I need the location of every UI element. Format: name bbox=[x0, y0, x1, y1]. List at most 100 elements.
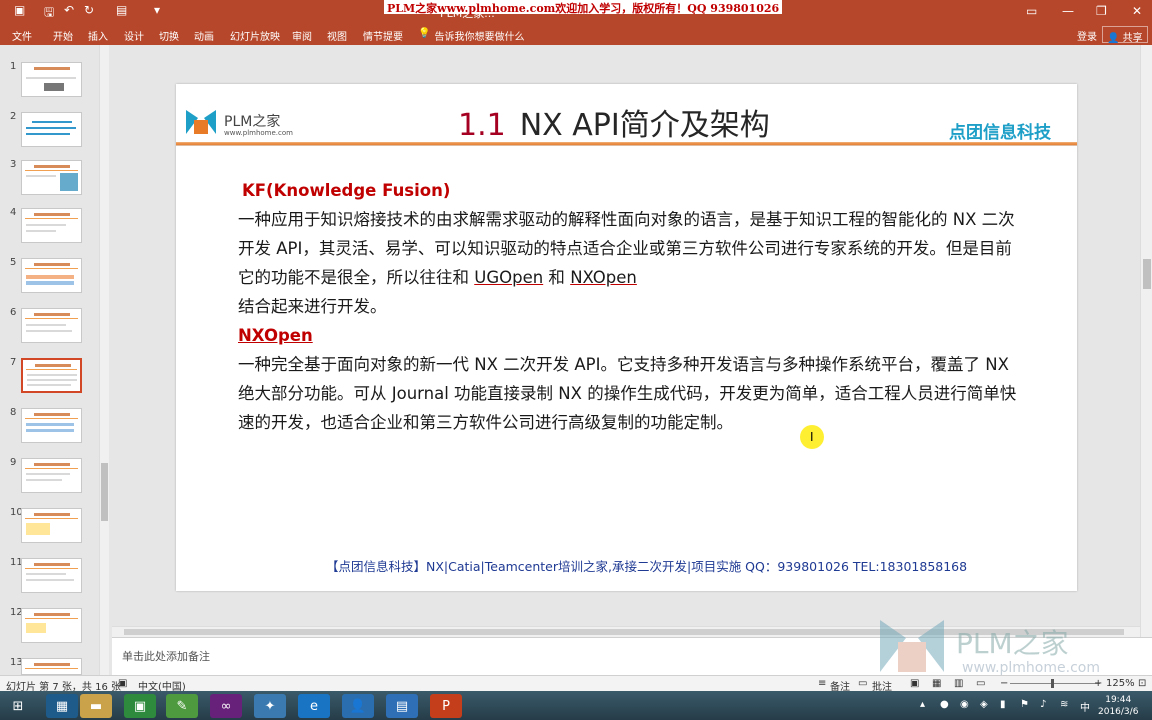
zoom-level[interactable]: 125% bbox=[1106, 678, 1135, 689]
internet-explorer-icon[interactable]: e bbox=[298, 694, 330, 718]
slide-thumbnail-3[interactable] bbox=[21, 160, 82, 195]
tab-transitions[interactable]: 切换 bbox=[159, 28, 179, 43]
tray-app-icon[interactable]: ● bbox=[940, 699, 949, 710]
user-app-icon[interactable]: 👤 bbox=[342, 694, 374, 718]
app-logo-icon: ▣ bbox=[14, 3, 26, 17]
slideshow-icon[interactable]: ▭ bbox=[976, 678, 985, 689]
save-icon[interactable]: 🖫 bbox=[44, 3, 54, 24]
present-icon[interactable]: ▤ bbox=[116, 3, 127, 17]
tell-me-label: 告诉我你想要做什么 bbox=[434, 32, 525, 43]
ie-blue-icon[interactable]: ▦ bbox=[46, 694, 78, 718]
maximize-icon[interactable]: ❐ bbox=[1096, 4, 1107, 18]
share-label: 共享 bbox=[1122, 33, 1143, 44]
nxopen-paragraph: 一种完全基于面向对象的新一代 NX 二次开发 API。它支持多种开发语言与多种操… bbox=[238, 355, 1017, 432]
plm-watermark-logo: PLM之家 www.plmhome.com bbox=[876, 614, 1116, 680]
powerpoint-icon[interactable]: P bbox=[430, 694, 462, 718]
slide-thumbnail-4[interactable] bbox=[21, 208, 82, 243]
clock-time: 19:44 bbox=[1105, 695, 1132, 705]
ribbon-display-icon[interactable]: ▭ bbox=[1026, 4, 1037, 18]
start-button-icon[interactable]: ⊞ bbox=[2, 694, 34, 718]
nxopen-link: NXOpen bbox=[570, 268, 637, 287]
ime-indicator[interactable]: 中 bbox=[1080, 699, 1090, 714]
slide-thumbnail-10[interactable] bbox=[21, 508, 82, 543]
person-icon: 👤 bbox=[1107, 33, 1120, 44]
slide-thumbnail-7[interactable] bbox=[21, 358, 82, 393]
slide-thumbnails-panel: 1 2 3 4 5 6 7 8 9 10 11 12 13 bbox=[0, 45, 112, 675]
slide-thumbnail-13[interactable] bbox=[21, 658, 82, 675]
kf-paragraph-end: 结合起来进行开发。 bbox=[238, 297, 387, 316]
slide-sorter-icon[interactable]: ▦ bbox=[932, 678, 941, 689]
thumbnails-scrollbar[interactable] bbox=[99, 45, 109, 675]
text-cursor-icon: I bbox=[810, 430, 814, 444]
taskbar-clock[interactable]: 19:44 2016/3/6 bbox=[1098, 694, 1138, 718]
tray-network-icon[interactable]: ▮ bbox=[1000, 699, 1006, 710]
visual-studio-icon[interactable]: ∞ bbox=[210, 694, 242, 718]
slide-canvas[interactable]: PLM之家 www.plmhome.com 1.1 NX API简介及架构 点团信… bbox=[176, 84, 1077, 591]
tray-security-icon[interactable]: ◈ bbox=[980, 699, 988, 710]
fit-slide-icon[interactable]: ⊡ bbox=[1138, 678, 1146, 689]
tell-me-box[interactable]: 💡 告诉我你想要做什么 bbox=[418, 28, 524, 43]
tab-insert[interactable]: 插入 bbox=[88, 28, 108, 43]
slide-thumbnail-11[interactable] bbox=[21, 558, 82, 593]
thumb-number: 1 bbox=[10, 61, 17, 72]
tab-slideshow[interactable]: 幻灯片放映 bbox=[230, 28, 280, 43]
tray-wifi-icon[interactable]: ≋ bbox=[1060, 699, 1068, 710]
thumb-number: 9 bbox=[10, 457, 17, 468]
close-icon[interactable]: ✕ bbox=[1132, 4, 1142, 18]
title-text: NX API简介及架构 bbox=[519, 108, 770, 143]
slide-body-text[interactable]: KF(Knowledge Fusion) 一种应用于知识熔接技术的由求解需求驱动… bbox=[238, 176, 1028, 437]
thumb-number: 2 bbox=[10, 111, 17, 122]
notes-toggle-icon[interactable]: ≡ bbox=[818, 678, 826, 689]
slide-thumbnail-9[interactable] bbox=[21, 458, 82, 493]
share-button[interactable]: 👤 共享 bbox=[1102, 26, 1148, 44]
company-name: 点团信息科技 bbox=[949, 123, 1051, 143]
thumb-number: 4 bbox=[10, 207, 17, 218]
slide-thumbnail-2[interactable] bbox=[21, 112, 82, 147]
thumb-number: 6 bbox=[10, 307, 17, 318]
script-app-icon[interactable]: ✎ bbox=[166, 694, 198, 718]
chat-app-icon[interactable]: ▤ bbox=[386, 694, 418, 718]
ribbon-tabs: 文件 开始 插入 设计 切换 动画 幻灯片放映 审阅 视图 情节提要 💡 告诉我… bbox=[0, 24, 1152, 45]
zoom-slider-track[interactable] bbox=[1010, 683, 1100, 684]
tab-review[interactable]: 审阅 bbox=[292, 28, 312, 43]
tray-expand-icon[interactable]: ▴ bbox=[920, 699, 925, 710]
status-bar: 幻灯片 第 7 张，共 16 张 ▣ 中文(中国) ≡ 备注 ▭ 批注 ▣ ▦ … bbox=[0, 675, 1152, 693]
slide-thumbnail-12[interactable] bbox=[21, 608, 82, 643]
reading-view-icon[interactable]: ▥ bbox=[954, 678, 963, 689]
notes-placeholder: 单击此处添加备注 bbox=[122, 650, 210, 663]
thumb-number: 5 bbox=[10, 257, 17, 268]
slide-title[interactable]: 1.1 NX API简介及架构 bbox=[458, 100, 770, 144]
tab-view[interactable]: 视图 bbox=[327, 28, 347, 43]
undo-icon[interactable]: ↶ bbox=[64, 3, 74, 17]
slide-thumbnail-1[interactable] bbox=[21, 62, 82, 97]
tab-file[interactable]: 文件 bbox=[12, 28, 32, 43]
normal-view-icon[interactable]: ▣ bbox=[910, 678, 919, 689]
tab-home[interactable]: 开始 bbox=[53, 28, 73, 43]
slide-thumbnail-8[interactable] bbox=[21, 408, 82, 443]
login-link[interactable]: 登录 bbox=[1077, 28, 1097, 43]
zoom-out-icon[interactable]: − bbox=[1000, 678, 1008, 689]
slide-thumbnail-6[interactable] bbox=[21, 308, 82, 343]
logo-url: www.plmhome.com bbox=[224, 129, 293, 137]
slide-vertical-scrollbar[interactable] bbox=[1140, 45, 1152, 637]
tray-qq-icon[interactable]: ◉ bbox=[960, 699, 969, 710]
comments-toggle-icon[interactable]: ▭ bbox=[858, 678, 867, 689]
tray-volume-icon[interactable]: ♪ bbox=[1040, 699, 1046, 710]
spellcheck-icon[interactable]: ▣ bbox=[118, 678, 127, 689]
file-explorer-icon[interactable]: ▬ bbox=[80, 694, 112, 718]
minimize-icon[interactable]: — bbox=[1062, 4, 1074, 18]
tab-animations[interactable]: 动画 bbox=[194, 28, 214, 43]
zoom-in-icon[interactable]: + bbox=[1094, 678, 1102, 689]
plm-watermark-icon bbox=[880, 620, 944, 672]
ugopen-link: UGOpen bbox=[474, 268, 544, 287]
zoom-slider-thumb[interactable] bbox=[1051, 679, 1054, 688]
tab-design[interactable]: 设计 bbox=[124, 28, 144, 43]
customize-icon[interactable]: ▾ bbox=[154, 3, 160, 17]
tray-flag-icon[interactable]: ⚑ bbox=[1020, 699, 1029, 710]
green-app-icon[interactable]: ▣ bbox=[124, 694, 156, 718]
nx-app-icon[interactable]: ✦ bbox=[254, 694, 286, 718]
redo-icon[interactable]: ↻ bbox=[84, 3, 94, 17]
tab-storyboard[interactable]: 情节提要 bbox=[363, 28, 403, 43]
nxopen-heading: NXOpen bbox=[238, 326, 313, 345]
slide-thumbnail-5[interactable] bbox=[21, 258, 82, 293]
